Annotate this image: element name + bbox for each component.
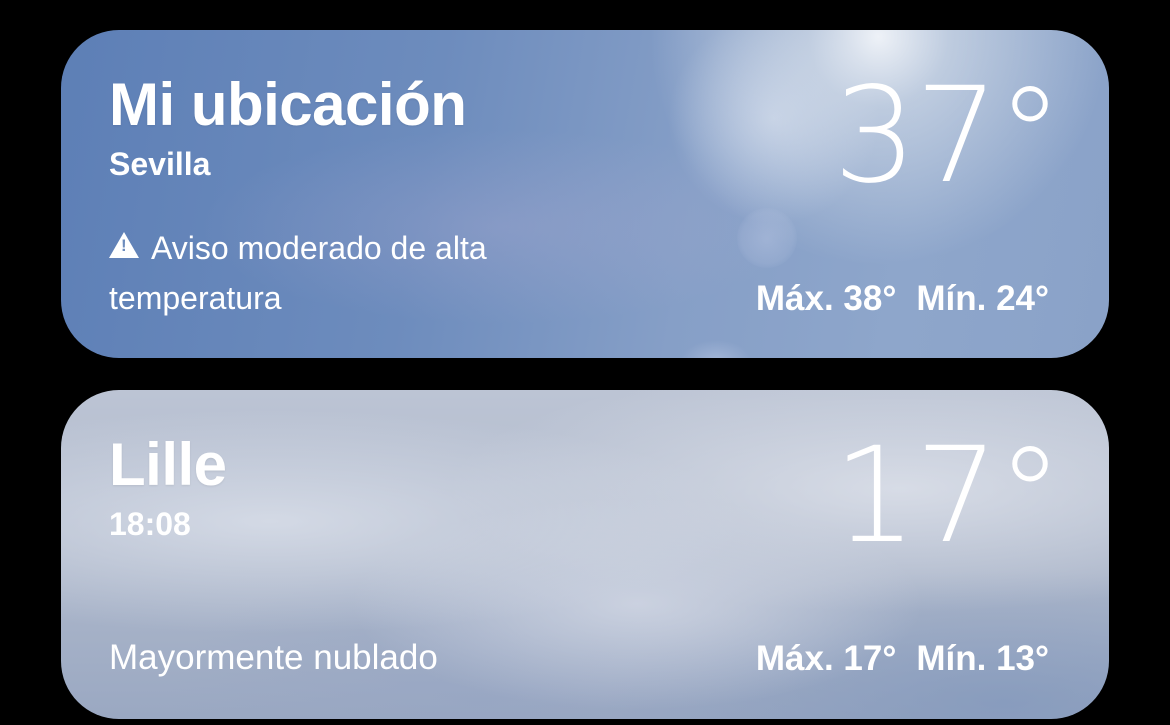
location-title: Mi ubicación: [109, 71, 467, 138]
high-low-temperatures: Máx. 38° Mín. 24°: [756, 281, 1049, 316]
weather-alert: Aviso moderado de alta temperatura: [109, 223, 629, 323]
location-subtitle: Sevilla: [109, 146, 211, 182]
lens-flare-orb: [737, 208, 797, 268]
weather-card-lille[interactable]: Lille 18:08 17° Mayormente nublado Máx. …: [61, 390, 1109, 719]
low-temperature: Mín. 13°: [916, 639, 1049, 678]
high-temperature: Máx. 17°: [755, 639, 897, 678]
high-temperature: Máx. 38°: [755, 279, 897, 318]
weather-alert-text: Aviso moderado de alta temperatura: [109, 230, 487, 316]
high-low-temperatures: Máx. 17° Mín. 13°: [756, 641, 1049, 676]
current-temperature: 37°: [833, 59, 1063, 213]
weather-card-mi-ubicacion[interactable]: Mi ubicación Sevilla 37° Aviso moderado …: [61, 30, 1109, 358]
weather-condition: Mayormente nublado: [109, 638, 438, 677]
current-temperature: 17°: [833, 419, 1063, 573]
location-title: Lille: [109, 431, 227, 498]
low-temperature: Mín. 24°: [916, 279, 1049, 318]
warning-triangle-icon: [109, 232, 139, 258]
local-time: 18:08: [109, 506, 191, 542]
lens-flare-orb: [681, 340, 751, 358]
